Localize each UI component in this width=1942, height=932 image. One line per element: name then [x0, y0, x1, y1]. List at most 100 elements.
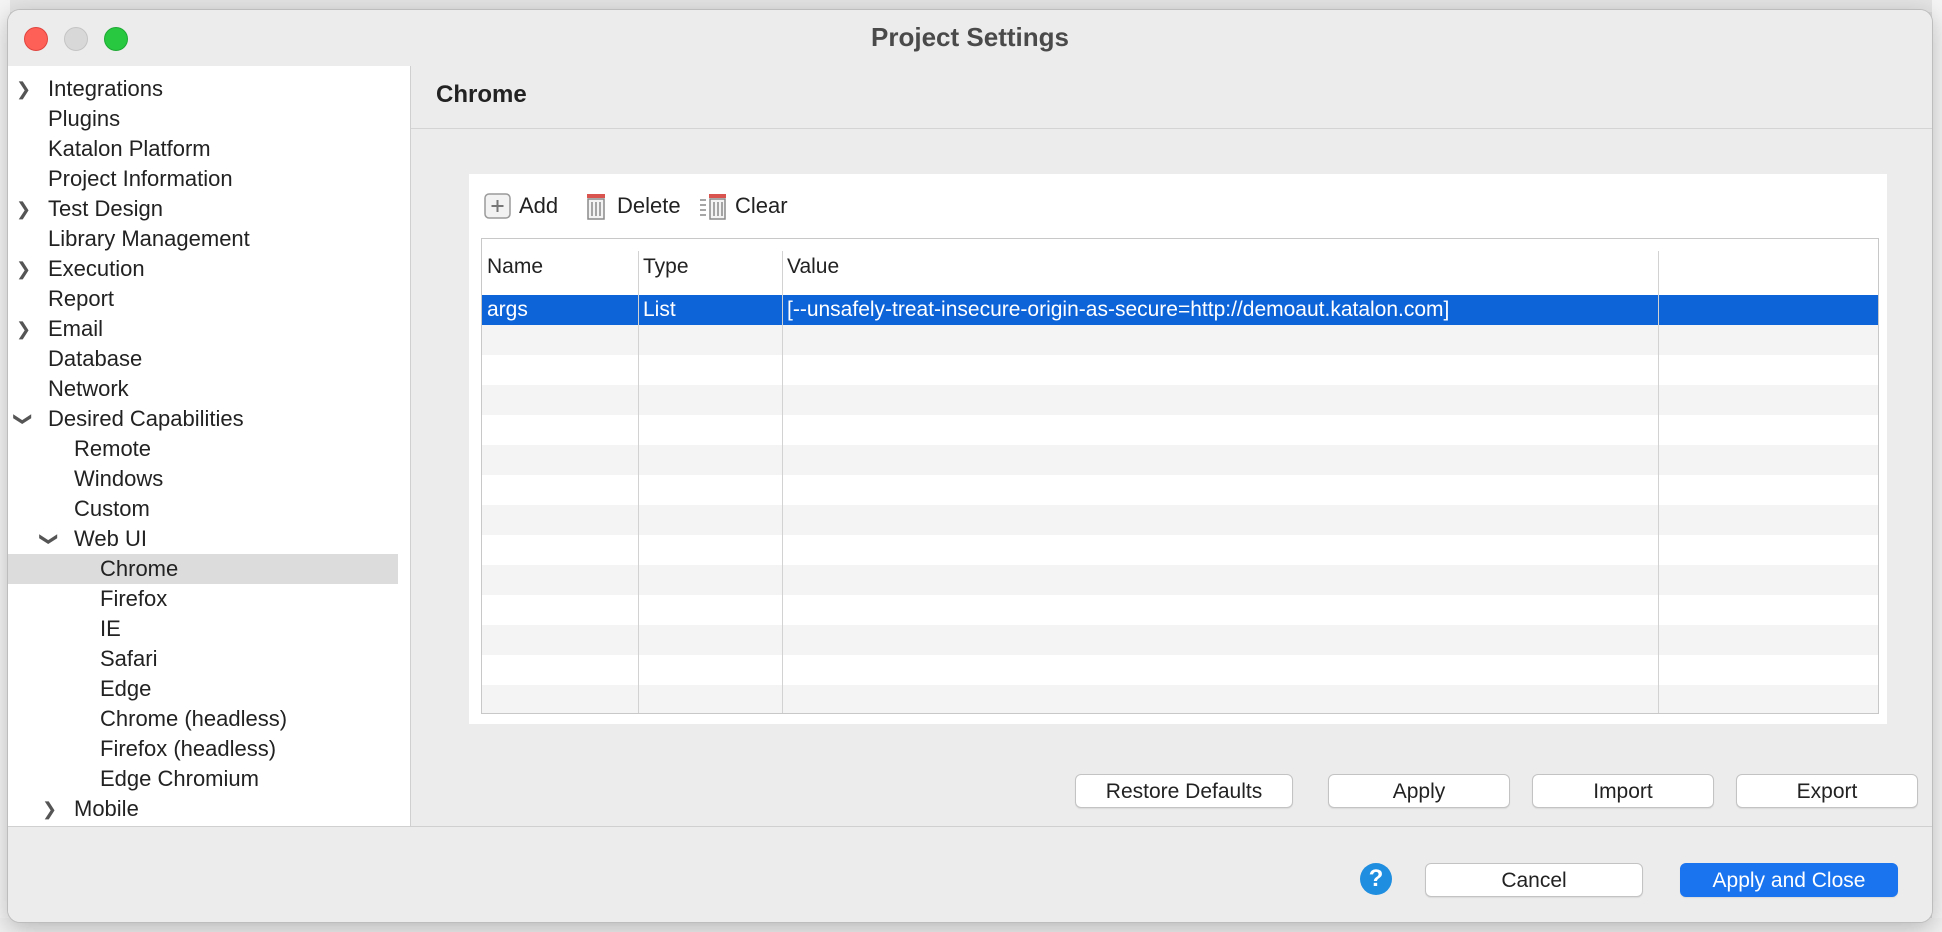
empty-table-row [482, 595, 1878, 625]
empty-table-row [482, 685, 1878, 713]
title-bar: Project Settings [8, 10, 1932, 67]
tree-item-label: Firefox (headless) [100, 736, 277, 761]
plus-icon [484, 193, 511, 219]
empty-table-row [482, 385, 1878, 415]
tree-item-label: Edge Chromium [100, 766, 259, 791]
chevron-down-icon[interactable]: ❯ [9, 411, 39, 426]
help-icon[interactable]: ? [1360, 863, 1392, 895]
tree-item-email[interactable]: ❯ Email [8, 314, 398, 344]
clear-button[interactable]: Clear [699, 188, 788, 224]
settings-tree: ❯ Integrations Plugins Katalon Platform … [8, 66, 411, 826]
add-label: Add [519, 193, 559, 218]
tree-item-firefox[interactable]: Firefox [8, 584, 398, 614]
chevron-right-icon[interactable]: ❯ [16, 254, 31, 284]
tree-item-label: Chrome [100, 556, 179, 581]
column-header-type[interactable]: Type [643, 255, 689, 279]
table-row[interactable]: args List [--unsafely-treat-insecure-ori… [482, 295, 1878, 325]
tree-item-label: Desired Capabilities [48, 406, 244, 431]
chevron-right-icon[interactable]: ❯ [16, 194, 31, 224]
tree-item-label: IE [100, 616, 121, 641]
tree-item-custom[interactable]: Custom [8, 494, 398, 524]
chevron-right-icon[interactable]: ❯ [16, 314, 31, 344]
tree-item-edge[interactable]: Edge [8, 674, 398, 704]
empty-table-row [482, 325, 1878, 355]
tree-item-windows[interactable]: Windows [8, 464, 398, 494]
import-button[interactable]: Import [1532, 774, 1714, 808]
tree-item-label: Chrome (headless) [100, 706, 288, 731]
tree-item-firefox-headless[interactable]: Firefox (headless) [8, 734, 398, 764]
tree-item-label: Safari [100, 646, 158, 671]
empty-table-row [482, 565, 1878, 595]
tree-item-label: Windows [74, 466, 164, 491]
tree-item-mobile[interactable]: ❯ Mobile [8, 794, 398, 824]
tree-item-label: Web UI [74, 526, 147, 551]
cell-name[interactable]: args [487, 295, 528, 325]
tree-item-plugins[interactable]: Plugins [8, 104, 398, 134]
empty-table-row [482, 415, 1878, 445]
column-divider[interactable] [1658, 251, 1659, 713]
tree-item-label: Network [48, 376, 129, 401]
chevron-right-icon[interactable]: ❯ [42, 794, 57, 824]
column-header-value[interactable]: Value [787, 255, 839, 279]
tree-item-remote[interactable]: Remote [8, 434, 398, 464]
tree-item-safari[interactable]: Safari [8, 644, 398, 674]
cell-value[interactable]: [--unsafely-treat-insecure-origin-as-sec… [787, 295, 1449, 325]
tree-item-library-management[interactable]: Library Management [8, 224, 398, 254]
tree-item-chrome-headless[interactable]: Chrome (headless) [8, 704, 398, 734]
tree-item-network[interactable]: Network [8, 374, 398, 404]
tree-item-label: Edge [100, 676, 152, 701]
tree-item-desired-capabilities[interactable]: ❯ Desired Capabilities [8, 404, 398, 434]
cancel-button[interactable]: Cancel [1425, 863, 1643, 897]
tree-item-katalon-platform[interactable]: Katalon Platform [8, 134, 398, 164]
restore-defaults-button[interactable]: Restore Defaults [1075, 774, 1293, 808]
tree-item-ie[interactable]: IE [8, 614, 398, 644]
tree-item-project-information[interactable]: Project Information [8, 164, 398, 194]
tree-item-edge-chromium[interactable]: Edge Chromium [8, 764, 398, 794]
empty-table-row [482, 535, 1878, 565]
tree-item-label: Test Design [48, 196, 163, 221]
cell-type[interactable]: List [643, 295, 676, 325]
chevron-down-icon[interactable]: ❯ [35, 531, 65, 546]
tree-item-report[interactable]: Report [8, 284, 398, 314]
tree-item-label: Email [48, 316, 104, 341]
apply-button[interactable]: Apply [1328, 774, 1510, 808]
empty-table-row [482, 625, 1878, 655]
tree-item-label: Firefox [100, 586, 168, 611]
tree-item-test-design[interactable]: ❯ Test Design [8, 194, 398, 224]
empty-table-row [482, 505, 1878, 535]
tree-item-label: Report [48, 286, 115, 311]
tree-item-label: Library Management [48, 226, 250, 251]
project-settings-dialog: Project Settings ❯ Integrations Plugins … [8, 10, 1932, 922]
apply-and-close-button[interactable]: Apply and Close [1680, 863, 1898, 897]
dialog-footer: ? Cancel Apply and Close [8, 826, 1932, 922]
dialog-title: Project Settings [871, 22, 1069, 52]
tree-item-label: Katalon Platform [48, 136, 211, 161]
page-title: Chrome [436, 81, 527, 108]
tree-item-integrations[interactable]: ❯ Integrations [8, 74, 398, 104]
add-button[interactable]: Add [483, 188, 558, 224]
capabilities-panel: Add Delete Clear Name Type Value args Li… [469, 174, 1887, 724]
background-app-right [1932, 0, 1942, 932]
empty-table-row [482, 355, 1878, 385]
clear-label: Clear [735, 193, 788, 218]
chevron-right-icon[interactable]: ❯ [16, 74, 31, 104]
tree-item-label: Database [48, 346, 143, 371]
export-button[interactable]: Export [1736, 774, 1918, 808]
tree-item-label: Project Information [48, 166, 233, 191]
tree-item-web-ui[interactable]: ❯ Web UI [8, 524, 398, 554]
tree-item-chrome[interactable]: Chrome [8, 554, 398, 584]
column-divider[interactable] [638, 251, 639, 713]
trash-icon [587, 194, 605, 220]
column-header-name[interactable]: Name [487, 255, 543, 279]
empty-table-row [482, 475, 1878, 505]
empty-table-row [482, 445, 1878, 475]
empty-table-row [482, 655, 1878, 685]
tree-item-label: Mobile [74, 796, 139, 821]
tree-item-label: Remote [74, 436, 152, 461]
column-divider[interactable] [782, 251, 783, 713]
delete-button[interactable]: Delete [581, 188, 681, 224]
tree-item-execution[interactable]: ❯ Execution [8, 254, 398, 284]
tree-item-label: Custom [74, 496, 150, 521]
tree-item-label: Integrations [48, 76, 163, 101]
tree-item-database[interactable]: Database [8, 344, 398, 374]
